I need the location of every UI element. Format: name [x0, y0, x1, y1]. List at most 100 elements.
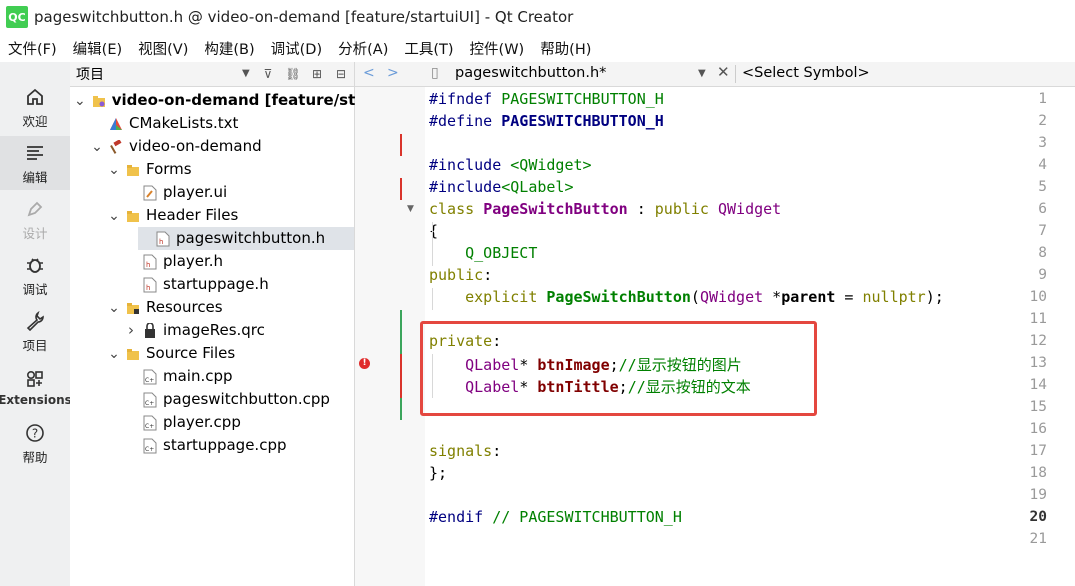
tree-item[interactable]: C+ startuppage.cpp: [70, 434, 354, 457]
line-number: 6: [1038, 201, 1047, 217]
chevron-down-icon[interactable]: ⌄: [108, 347, 120, 361]
code-token: explicit: [465, 288, 547, 306]
chevron-down-icon[interactable]: ⌄: [91, 140, 103, 154]
code-token: #ifndef: [429, 90, 502, 108]
tree-item-label: Source Files: [146, 344, 236, 362]
tree-item-label: imageRes.qrc: [163, 321, 265, 339]
code-line[interactable]: #include <QWidget>: [429, 156, 592, 174]
wrench-icon: [23, 309, 47, 333]
code-line[interactable]: };: [429, 464, 447, 482]
menu-tools[interactable]: 工具(T): [396, 38, 461, 59]
mode-extensions[interactable]: Extensions: [0, 360, 72, 414]
annotation-highlight-box: [420, 321, 817, 416]
line-number: 9: [1038, 267, 1047, 283]
tree-item[interactable]: C+ player.cpp: [70, 411, 354, 434]
navigator-toolbar: 项目 ▼ ⊽ ⛓ ⊞ ⊟: [70, 62, 354, 87]
menu-help[interactable]: 帮助(H): [532, 38, 599, 59]
tree-item[interactable]: ⌄ video-on-demand: [70, 135, 354, 158]
menu-file[interactable]: 文件(F): [0, 38, 65, 59]
cpp-file-icon: C+: [143, 369, 157, 385]
tree-item[interactable]: › imageRes.qrc: [70, 319, 354, 342]
tree-item[interactable]: ⌄ Header Files: [70, 204, 354, 227]
mode-debug[interactable]: 调试: [0, 248, 70, 302]
code-line[interactable]: #define PAGESWITCHBUTTON_H: [429, 112, 664, 130]
chevron-down-icon[interactable]: ▼: [242, 68, 250, 79]
chevron-down-icon[interactable]: ⌄: [108, 163, 120, 177]
line-number: 15: [1029, 399, 1047, 415]
code-token: *: [763, 288, 782, 306]
error-marker-icon[interactable]: !: [359, 358, 370, 369]
tree-item[interactable]: h pageswitchbutton.h: [138, 227, 354, 250]
tree-item-label: video-on-demand: [129, 137, 262, 155]
tree-item[interactable]: ⌄ Source Files: [70, 342, 354, 365]
indent-guide: [432, 222, 433, 266]
mode-welcome[interactable]: 欢迎: [0, 80, 70, 134]
tree-item[interactable]: CMakeLists.txt: [70, 112, 354, 135]
tree-item[interactable]: ⌄ video-on-demand [feature/start: [70, 89, 380, 112]
code-line[interactable]: class PageSwitchButton : public QWidget: [429, 200, 781, 218]
tree-item[interactable]: ⌄ Resources: [70, 296, 354, 319]
chevron-down-icon[interactable]: ⌄: [74, 94, 86, 108]
menu-debug[interactable]: 调试(D): [263, 38, 330, 59]
code-token: (: [690, 288, 700, 306]
line-number: 8: [1038, 245, 1047, 261]
code-line[interactable]: #endif // PAGESWITCHBUTTON_H: [429, 508, 682, 526]
menu-edit[interactable]: 编辑(E): [65, 38, 130, 59]
close-icon[interactable]: ✕: [717, 63, 730, 81]
code-token: );: [925, 288, 944, 306]
tree-item[interactable]: h startuppage.h: [70, 273, 354, 296]
code-line[interactable]: Q_OBJECT: [429, 244, 537, 262]
code-line[interactable]: #include<QLabel>: [429, 178, 574, 196]
code-line[interactable]: #ifndef PAGESWITCHBUTTON_H: [429, 90, 664, 108]
file-icon: ▯: [431, 65, 439, 81]
home-icon: [23, 85, 47, 109]
svg-text:h: h: [146, 284, 150, 292]
chevron-down-icon[interactable]: ⌄: [108, 209, 120, 223]
back-arrow-icon[interactable]: <: [363, 65, 375, 81]
forward-arrow-icon[interactable]: >: [387, 65, 399, 81]
change-marker: [400, 134, 402, 156]
tree-item[interactable]: player.ui: [70, 181, 354, 204]
mode-help[interactable]: ? 帮助: [0, 416, 70, 470]
line-number: 18: [1029, 465, 1047, 481]
tree-item-label: startuppage.h: [163, 275, 269, 293]
chevron-down-icon[interactable]: ⌄: [108, 301, 120, 315]
code-token: =: [835, 288, 863, 306]
chevron-down-icon[interactable]: ▼: [698, 68, 706, 79]
code-token: {: [429, 222, 439, 240]
symbol-selector[interactable]: <Select Symbol>: [742, 65, 870, 81]
project-icon: [92, 93, 106, 109]
open-document-combo[interactable]: pageswitchbutton.h*: [455, 65, 606, 81]
fold-marker-icon[interactable]: ▼: [407, 204, 414, 214]
mode-edit[interactable]: 编辑: [0, 136, 70, 190]
code-line[interactable]: explicit PageSwitchButton(QWidget *paren…: [429, 288, 944, 306]
menu-view[interactable]: 视图(V): [130, 38, 196, 59]
line-number: 5: [1038, 179, 1047, 195]
mode-projects[interactable]: 项目: [0, 304, 70, 358]
code-line[interactable]: public:: [429, 266, 492, 284]
code-token: public: [429, 266, 484, 284]
chevron-right-icon[interactable]: ›: [125, 319, 137, 342]
code-line[interactable]: {: [429, 222, 438, 240]
tree-item[interactable]: h player.h: [70, 250, 354, 273]
code-token: :: [492, 442, 502, 460]
bug-icon: [23, 253, 47, 277]
tree-item[interactable]: ⌄ Forms: [70, 158, 354, 181]
menu-controls[interactable]: 控件(W): [462, 38, 533, 59]
menu-analyze[interactable]: 分析(A): [330, 38, 396, 59]
line-number: 20: [1029, 509, 1047, 525]
code-token: };: [429, 464, 448, 482]
tree-item[interactable]: C+ pageswitchbutton.cpp: [70, 388, 354, 411]
code-line[interactable]: signals:: [429, 442, 501, 460]
mode-design[interactable]: 设计: [0, 192, 70, 246]
pen-icon: [23, 197, 47, 221]
split-icon[interactable]: ⊞: [308, 65, 326, 83]
navigator-view-combo[interactable]: 项目: [76, 64, 104, 84]
collapse-icon[interactable]: ⊟: [332, 65, 350, 83]
code-token: <QWidget>: [510, 156, 592, 174]
menu-build[interactable]: 构建(B): [196, 38, 262, 59]
link-icon[interactable]: ⛓: [284, 65, 302, 83]
filter-icon[interactable]: ⊽: [259, 65, 277, 83]
tree-item[interactable]: C+ main.cpp: [70, 365, 354, 388]
